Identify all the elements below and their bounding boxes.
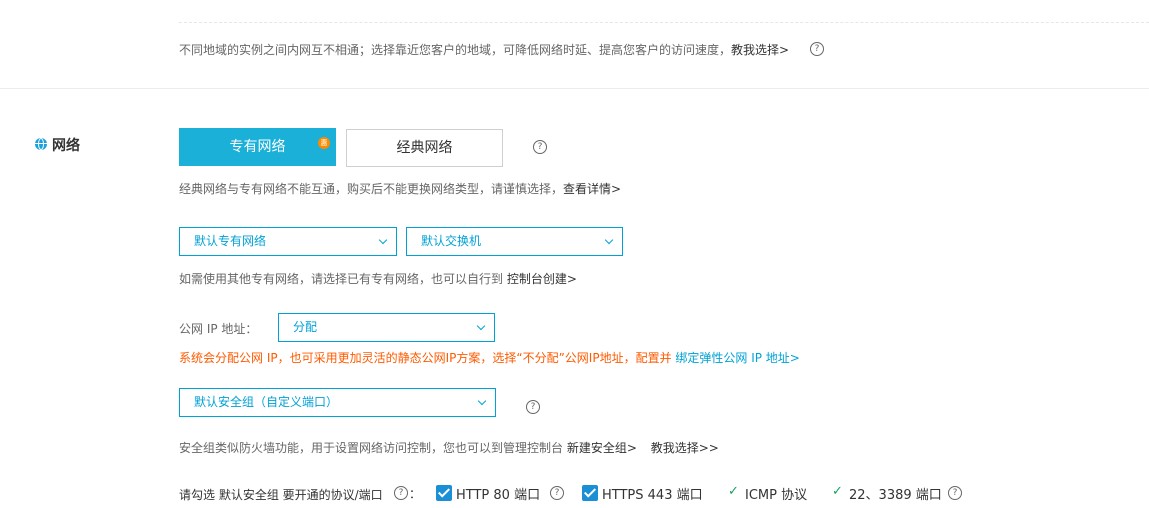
region-tip-text: 不同地域的实例之间内网互不相通；选择靠近您客户的地域，可降低网络时延、提高您客户… <box>179 43 732 57</box>
network-type-help-icon[interactable]: ? <box>533 140 547 154</box>
security-group-tip-text: 安全组类似防火墙功能，用于设置网络访问控制，您也可以到管理控制台 <box>179 441 564 455</box>
discount-badge: 惠 <box>318 137 330 149</box>
chevron-down-icon <box>476 321 486 331</box>
public-ip-select[interactable]: 分配 <box>278 313 495 342</box>
check-icon: ✓ <box>832 484 843 499</box>
security-group-help-icon[interactable]: ? <box>526 400 540 414</box>
network-type-tip-text: 经典网络与专有网络不能互通，购买后不能更换网络类型，请谨慎选择， <box>179 182 564 196</box>
security-group-select[interactable]: 默认安全组（自定义端口） <box>179 388 496 417</box>
check-icon: ✓ <box>728 484 739 499</box>
help-choose-link[interactable]: 教我选择>> <box>651 441 719 455</box>
public-ip-warning-text: 系统会分配公网 IP，也可采用更加灵活的静态公网IP方案，选择“不分配”公网IP… <box>179 351 672 365</box>
tab-classic[interactable]: 经典网络 <box>346 129 503 167</box>
security-group-select-value: 默认安全组（自定义端口） <box>194 395 339 409</box>
http-checkbox[interactable] <box>436 485 452 501</box>
security-group-tip: 安全组类似防火墙功能，用于设置网络访问控制，您也可以到管理控制台 新建安全组> … <box>179 439 719 456</box>
globe-icon <box>35 138 47 150</box>
public-ip-label: 公网 IP 地址： <box>179 322 258 336</box>
ports-help-icon[interactable]: ? <box>948 486 962 500</box>
chevron-down-icon <box>604 235 614 245</box>
vswitch-select-value: 默认交换机 <box>421 234 482 248</box>
region-divider <box>179 22 1149 23</box>
https-label[interactable]: HTTPS 443 端口 <box>602 484 703 503</box>
vpc-tip: 如需使用其他专有网络，请选择已有专有网络，也可以自行到 控制台创建> <box>179 270 577 287</box>
bind-eip-link[interactable]: 绑定弹性公网 IP 地址> <box>675 351 799 365</box>
protocol-colon: ： <box>409 487 422 501</box>
tab-vpc-label: 专有网络 <box>229 139 286 155</box>
public-ip-warning: 系统会分配公网 IP，也可采用更加灵活的静态公网IP方案，选择“不分配”公网IP… <box>179 349 800 366</box>
vpc-select-value: 默认专有网络 <box>194 234 267 248</box>
view-details-link[interactable]: 查看详情> <box>563 182 621 196</box>
tab-classic-label: 经典网络 <box>396 140 453 156</box>
tab-vpc[interactable]: 专有网络 <box>179 128 336 166</box>
region-help-icon[interactable]: ? <box>810 42 824 56</box>
network-type-tip: 经典网络与专有网络不能互通，购买后不能更换网络类型，请谨慎选择，查看详情> <box>179 180 621 197</box>
chevron-down-icon <box>378 235 388 245</box>
region-tip: 不同地域的实例之间内网互不相通；选择靠近您客户的地域，可降低网络时延、提高您客户… <box>179 41 789 58</box>
vswitch-select[interactable]: 默认交换机 <box>406 227 623 256</box>
vpc-select[interactable]: 默认专有网络 <box>179 227 397 256</box>
section-divider <box>0 88 1149 89</box>
icmp-label: ICMP 协议 <box>745 488 808 503</box>
console-create-link[interactable]: 控制台创建> <box>507 272 577 286</box>
http-help-icon[interactable]: ? <box>550 486 564 500</box>
https-checkbox[interactable] <box>582 485 598 501</box>
network-section-title: 网络 <box>52 138 80 154</box>
protocol-help-icon[interactable]: ? <box>394 486 408 500</box>
chevron-down-icon <box>477 396 487 406</box>
ssh-rdp-label: 22、3389 端口 <box>849 488 942 503</box>
http-label[interactable]: HTTP 80 端口 <box>456 484 540 503</box>
public-ip-select-value: 分配 <box>293 320 318 334</box>
new-security-group-link[interactable]: 新建安全组> <box>567 441 637 455</box>
region-help-link[interactable]: 教我选择> <box>731 43 789 57</box>
vpc-tip-text: 如需使用其他专有网络，请选择已有专有网络，也可以自行到 <box>179 272 504 286</box>
protocol-label: 请勾选 默认安全组 要开通的协议/端口 <box>179 488 383 502</box>
